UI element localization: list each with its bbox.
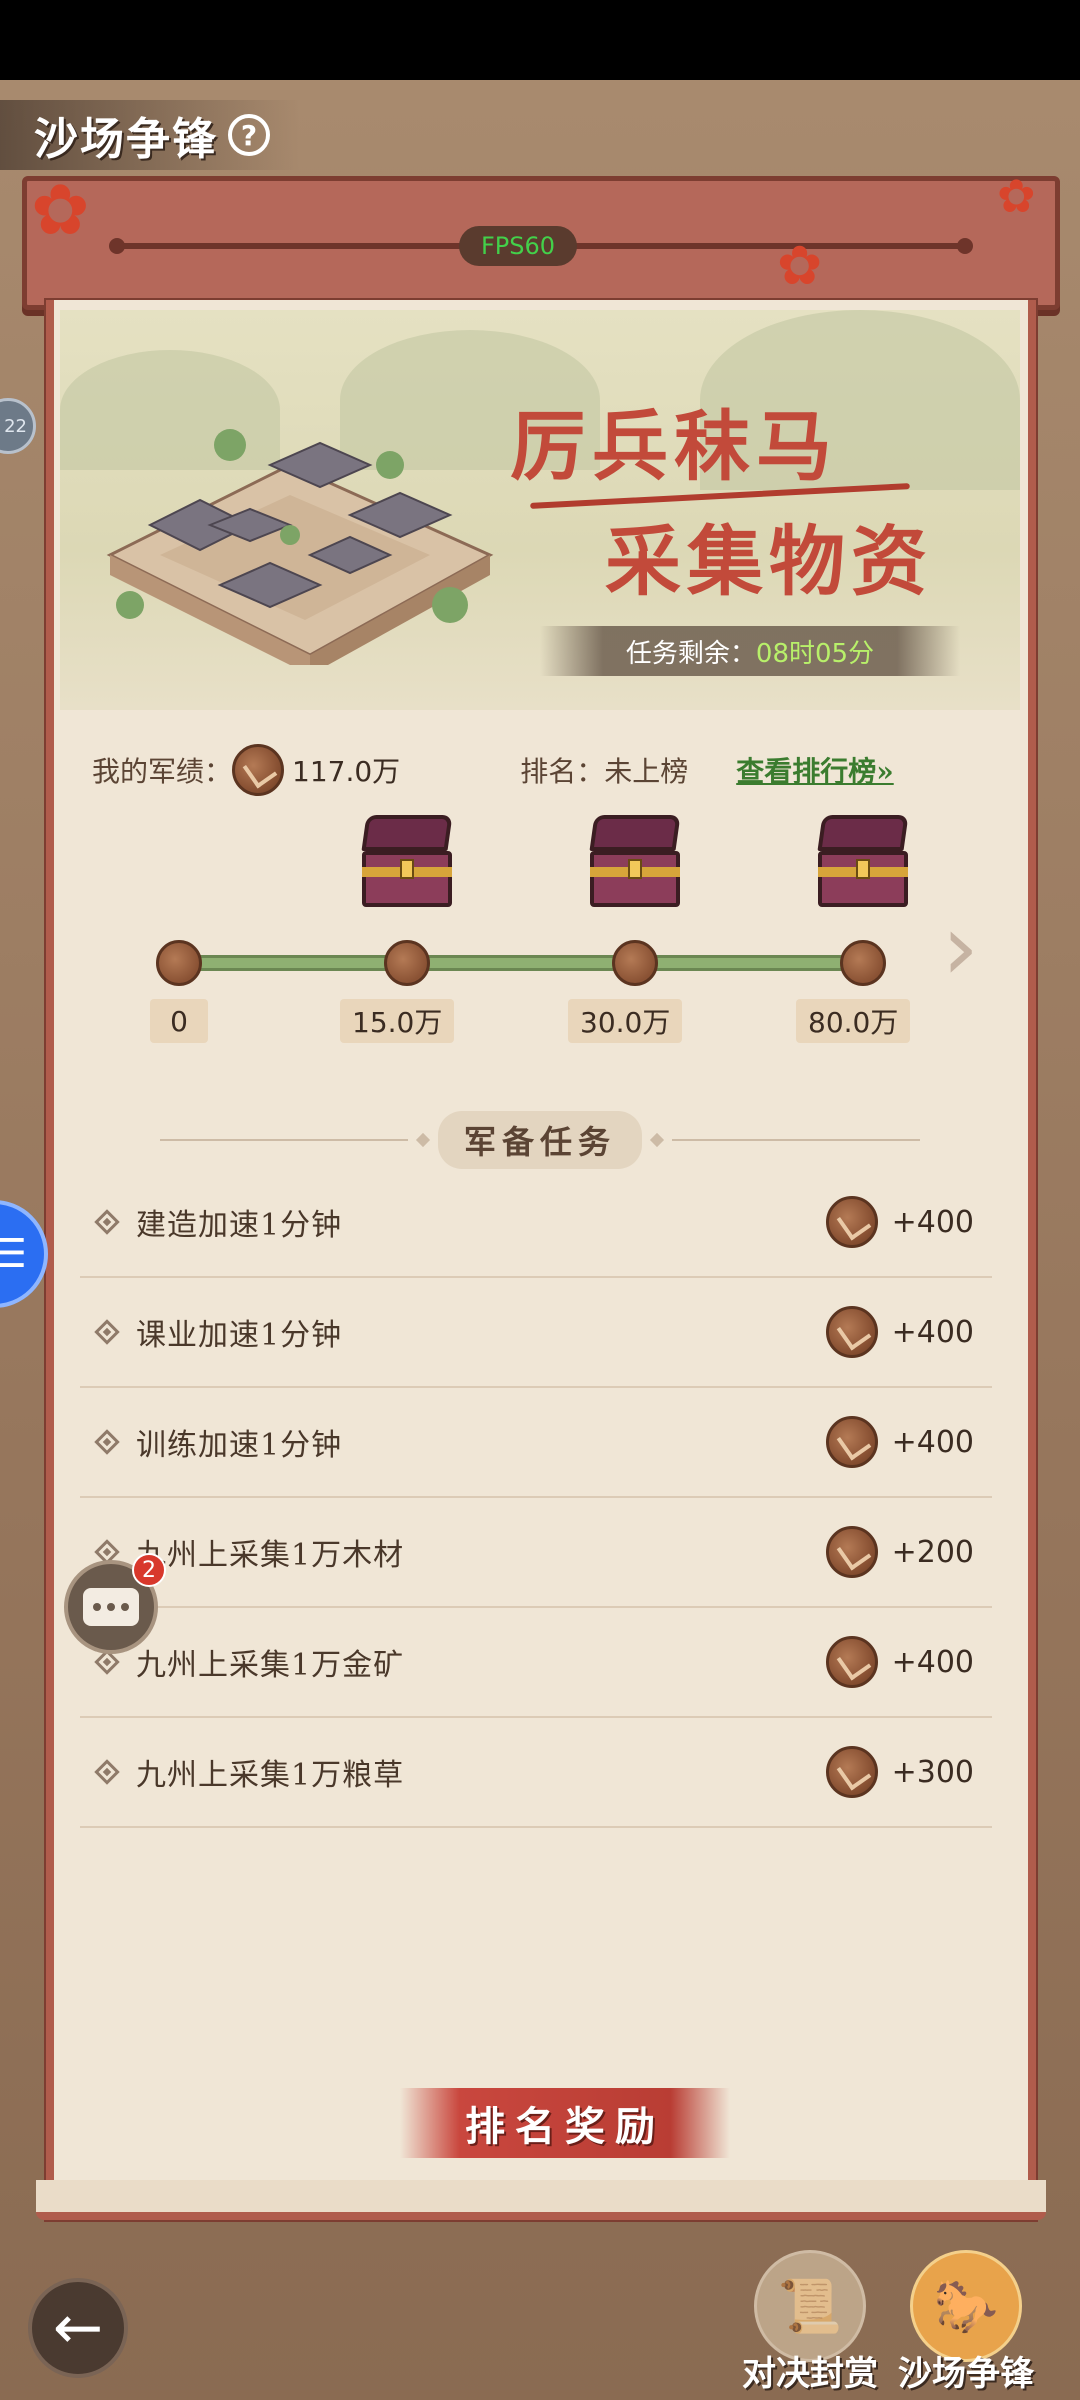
merit-progress-bar xyxy=(180,955,865,971)
reward-chest-icon[interactable] xyxy=(586,815,684,913)
task-name: 训练加速1分钟 xyxy=(136,1428,343,1463)
milestone-label: 80.0万 xyxy=(796,999,911,1043)
back-arrow-icon: ← xyxy=(52,2293,104,2363)
milestone-label: 0 xyxy=(150,999,208,1043)
task-row: 九州上采集1万木材 +200 xyxy=(80,1498,992,1608)
maple-leaf-icon: ✿ xyxy=(777,234,823,297)
help-icon[interactable]: ? xyxy=(228,114,270,156)
scroll-top-bar: FPS60 ✿ ✿ ✿ xyxy=(22,169,1060,310)
section-title: 军备任务 xyxy=(438,1111,643,1169)
task-reward-value: +400 xyxy=(891,1644,974,1680)
view-leaderboard-link[interactable]: 查看排行榜» xyxy=(736,750,894,790)
merit-coin-icon xyxy=(825,1306,878,1358)
nav-label: 沙场争锋 xyxy=(898,2354,1034,2394)
task-reward: +400 xyxy=(825,1636,974,1688)
chat-bubble-icon xyxy=(83,1588,139,1626)
section-header: 军备任务 xyxy=(160,1111,921,1169)
page-title: 沙场争锋 xyxy=(34,114,218,165)
rank-status: 排名：未上榜 xyxy=(520,755,689,788)
banner-subheadline: 采集物资 xyxy=(605,517,933,606)
task-name: 九州上采集1万粮草 xyxy=(136,1758,405,1793)
task-list: 建造加速1分钟 +400 课业加速1分钟 +400 训练加速1分钟 +400 九… xyxy=(80,1168,992,1828)
task-name: 课业加速1分钟 xyxy=(136,1318,343,1353)
merit-value: 117.0万 xyxy=(292,755,401,788)
milestone-node xyxy=(384,940,430,986)
nav-duel-reward[interactable]: 📜 对决封赏 xyxy=(740,2250,880,2400)
task-name: 建造加速1分钟 xyxy=(136,1208,343,1243)
task-remaining-label: 任务剩余： xyxy=(625,638,756,669)
banner-headline: 厉兵秣马 xyxy=(510,402,838,491)
task-reward: +400 xyxy=(825,1416,974,1468)
divider-ornament xyxy=(415,1132,431,1148)
reward-chest-icon[interactable] xyxy=(814,815,912,913)
merit-label: 我的军绩： xyxy=(92,755,233,788)
status-bar xyxy=(0,0,1080,80)
task-reward-value: +400 xyxy=(891,1424,974,1460)
back-button[interactable]: ← xyxy=(28,2278,128,2378)
milestone-label: 30.0万 xyxy=(568,999,683,1043)
divider-ornament xyxy=(649,1132,665,1148)
merit-coin-icon xyxy=(825,1526,878,1578)
maple-leaf-icon: ✿ xyxy=(997,169,1036,223)
milestone-label: 15.0万 xyxy=(340,999,455,1043)
merit-coin-icon xyxy=(232,744,285,796)
merit-coin-icon xyxy=(825,1746,878,1798)
fortress-illustration xyxy=(106,429,494,665)
nav-label: 对决封赏 xyxy=(742,2354,878,2394)
merit-coin-icon xyxy=(825,1196,878,1248)
rank-reward-button[interactable]: 排名奖励 xyxy=(400,2088,730,2158)
task-remaining-timer: 任务剩余： 08时05分 xyxy=(540,626,960,676)
task-row: 训练加速1分钟 +400 xyxy=(80,1388,992,1498)
task-row: 九州上采集1万粮草 +300 xyxy=(80,1718,992,1828)
bullet-diamond-icon xyxy=(94,1319,120,1345)
bullet-diamond-icon xyxy=(94,1759,120,1785)
merit-coin-icon xyxy=(825,1636,878,1688)
merit-row: 我的军绩： 117.0万 排名：未上榜 查看排行榜» xyxy=(92,742,992,798)
menu-lines-icon: ☰ xyxy=(0,1231,27,1277)
header: 沙场争锋 ? xyxy=(0,100,300,170)
maple-leaf-icon: ✿ xyxy=(31,169,90,251)
task-name: 九州上采集1万木材 xyxy=(136,1538,405,1573)
bullet-diamond-icon xyxy=(94,1429,120,1455)
next-page-arrow-icon[interactable]: › xyxy=(942,902,1002,994)
merit-coin-icon xyxy=(825,1416,878,1468)
task-reward: +200 xyxy=(825,1526,974,1578)
task-reward: +400 xyxy=(825,1196,974,1248)
task-name: 九州上采集1万金矿 xyxy=(136,1648,405,1683)
task-reward-value: +200 xyxy=(891,1534,974,1570)
task-reward-value: +300 xyxy=(891,1754,974,1790)
task-remaining-time: 08时05分 xyxy=(755,638,875,669)
task-row: 课业加速1分钟 +400 xyxy=(80,1278,992,1388)
reward-chest-icon[interactable] xyxy=(358,815,456,913)
milestone-node xyxy=(156,940,202,986)
scroll-paper-bottom xyxy=(36,2180,1046,2220)
divider xyxy=(160,1139,408,1141)
nav-battlefield[interactable]: 🐎 沙场争锋 xyxy=(896,2250,1036,2400)
fps-badge: FPS60 xyxy=(459,226,577,266)
task-row: 建造加速1分钟 +400 xyxy=(80,1168,992,1278)
task-row: 九州上采集1万金矿 +400 xyxy=(80,1608,992,1718)
bullet-diamond-icon xyxy=(94,1209,120,1235)
task-reward-value: +400 xyxy=(891,1204,974,1240)
event-banner: 厉兵秣马 采集物资 任务剩余： 08时05分 xyxy=(60,310,1020,710)
task-reward-value: +400 xyxy=(891,1314,974,1350)
task-reward: +300 xyxy=(825,1746,974,1798)
divider xyxy=(672,1139,921,1141)
milestone-node xyxy=(612,940,658,986)
task-reward: +400 xyxy=(825,1306,974,1358)
chat-unread-badge: 2 xyxy=(132,1553,166,1587)
milestone-node xyxy=(840,940,886,986)
